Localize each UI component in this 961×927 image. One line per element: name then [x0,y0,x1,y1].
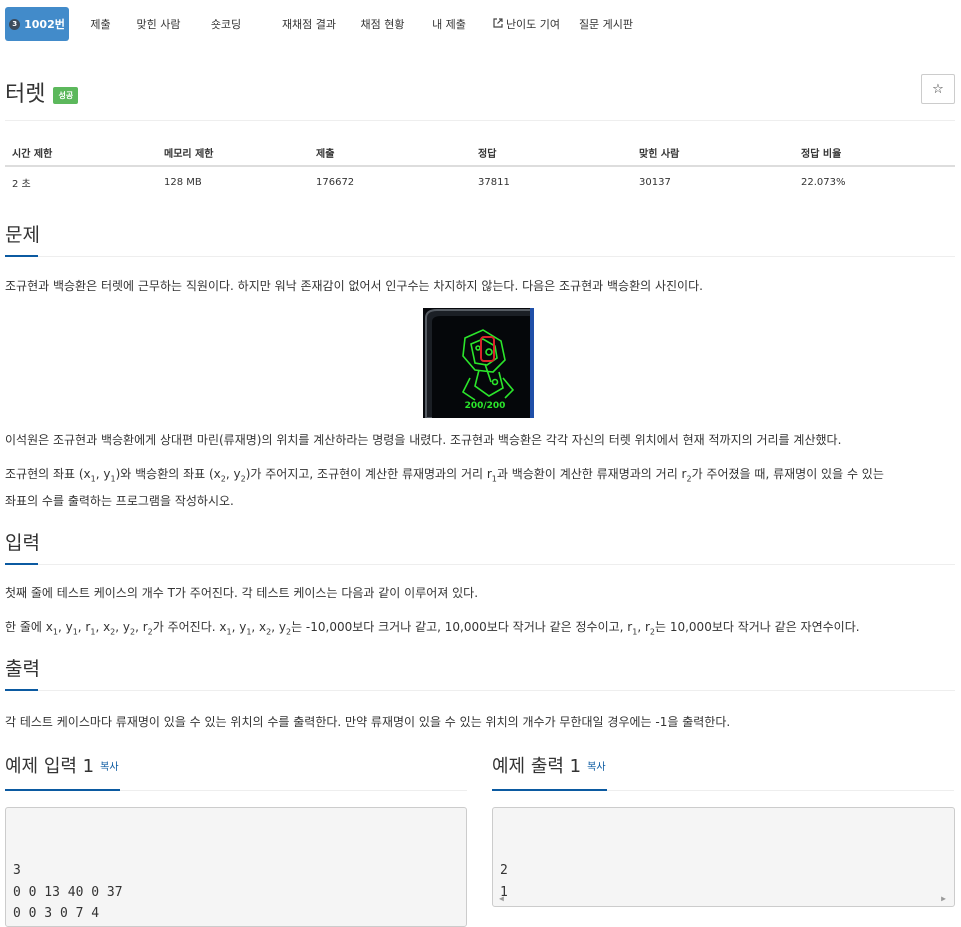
tab-qna-board[interactable]: 질문 게시판 [569,7,643,41]
output-description-p1: 각 테스트 케이스마다 류재명이 있을 수 있는 위치의 수를 출력한다. 만약… [5,715,731,729]
value-accepted: 37811 [478,176,510,188]
tab-my-submissions[interactable]: 내 제출 [414,7,484,41]
header-accept-ratio: 정답 비율 [801,149,842,160]
value-solved-users: 30137 [639,176,671,188]
info-table-header: 시간 제한 메모리 제한 제출 정답 맞힌 사람 정답 비율 [5,140,955,167]
sample-output-text: 2 1 0 [500,863,508,900]
tab-status-label: 채점 현황 [360,18,405,31]
tier-badge-icon: 3 [9,18,21,30]
problem-description-p3-line2: 좌표의 수를 출력하는 프로그램을 작성하시오. [5,494,234,509]
tab-problem[interactable]: 3 1002번 [5,7,69,41]
star-icon: ☆ [932,81,944,97]
tab-submit-label: 제출 [90,18,111,31]
problem-title-row: 터렛 성공 [5,76,79,108]
value-time-limit: 2 초 [12,178,31,190]
copy-input-button[interactable]: 복사 [100,762,118,773]
sample-input-title: 예제 입력 1 [5,756,95,777]
header-submissions: 제출 [316,149,335,160]
header-memory-limit: 메모리 제한 [164,149,214,160]
tab-status[interactable]: 채점 현황 [351,7,414,41]
tab-difficulty-contribution[interactable]: 난이도 기여 [484,7,569,41]
value-accept-ratio: 22.073% [801,176,846,188]
problem-info-table: 시간 제한 메모리 제한 제출 정답 맞힌 사람 정답 비율 2 초 128 M… [5,140,955,197]
input-description-p2: 한 줄에 x1, y1, r1, x2, y2, r2가 주어진다. x1, y… [5,620,860,637]
section-title-input: 입력 [5,532,40,554]
sample-output-title: 예제 출력 1 [492,756,582,777]
sample-input-box: 3 0 0 13 40 0 37 0 0 3 0 7 4 1 1 1 1 1 5 [5,807,467,927]
tab-problem-label: 1002번 [24,18,65,31]
tab-difficulty-contribution-label: 난이도 기여 [505,18,561,31]
problem-menu-tabs: 3 1002번 제출 맞힌 사람 숏코딩 재채점 결과 채점 현황 내 제출 난… [5,7,643,41]
section-title-problem: 문제 [5,224,40,246]
tab-solved-users-label: 맞힌 사람 [136,18,181,31]
tab-rejudge-result-label: 재채점 결과 [281,18,337,31]
tab-short-coding[interactable]: 숏코딩 [185,7,267,41]
sample-input-text: 3 0 0 13 40 0 37 0 0 3 0 7 4 1 1 1 1 1 5 [13,863,123,921]
star-button[interactable]: ☆ [921,74,955,104]
info-table-row: 2 초 128 MB 176672 37811 30137 22.073% [5,167,955,197]
external-link-icon [493,17,503,31]
input-description-p1: 첫째 줄에 테스트 케이스의 개수 T가 주어진다. 각 테스트 케이스는 다음… [5,586,479,600]
problem-description-p1: 조규현과 백승환은 터렛에 근무하는 직원이다. 하지만 워낙 존재감이 없어서… [5,279,703,293]
problem-description-p3: 조규현의 좌표 (x1, y1)와 백승환의 좌표 (x2, y2)가 주어지고… [5,467,884,509]
value-submissions: 176672 [316,176,355,188]
scroll-right-icon[interactable]: ▶ [941,888,946,906]
status-badge: 성공 [53,86,79,104]
sample-output-headline: 예제 출력 1 복사 [492,755,954,791]
tab-rejudge-result[interactable]: 재채점 결과 [267,7,351,41]
value-memory-limit: 128 MB [164,176,202,188]
scroll-left-icon[interactable]: ◀ [499,888,504,906]
tab-short-coding-label: 숏코딩 [210,18,242,31]
tab-qna-board-label: 질문 게시판 [578,18,634,31]
problem-description-p2: 이석원은 조규현과 백승환에게 상대편 마린(류재명)의 위치를 계산하라는 명… [5,433,842,447]
section-title-output: 출력 [5,658,40,680]
header-solved-users: 맞힌 사람 [639,149,680,160]
problem-title: 터렛 [5,82,46,107]
header-accepted: 정답 [478,149,497,160]
tab-solved-users[interactable]: 맞힌 사람 [132,7,185,41]
problem-image: 200/200 [423,308,534,418]
input-section-headline: 입력 [5,529,955,565]
sample-output-box: 2 1 0 ◀ ▶ [492,807,955,907]
sample-input-headline: 예제 입력 1 복사 [5,755,467,791]
image-caption: 200/200 [465,401,506,411]
copy-output-button[interactable]: 복사 [587,762,605,773]
problem-section-headline: 문제 [5,221,955,257]
divider [5,120,955,121]
header-time-limit: 시간 제한 [12,149,53,160]
tab-submit[interactable]: 제출 [69,7,132,41]
output-section-headline: 출력 [5,655,955,691]
tab-my-submissions-label: 내 제출 [432,18,466,31]
